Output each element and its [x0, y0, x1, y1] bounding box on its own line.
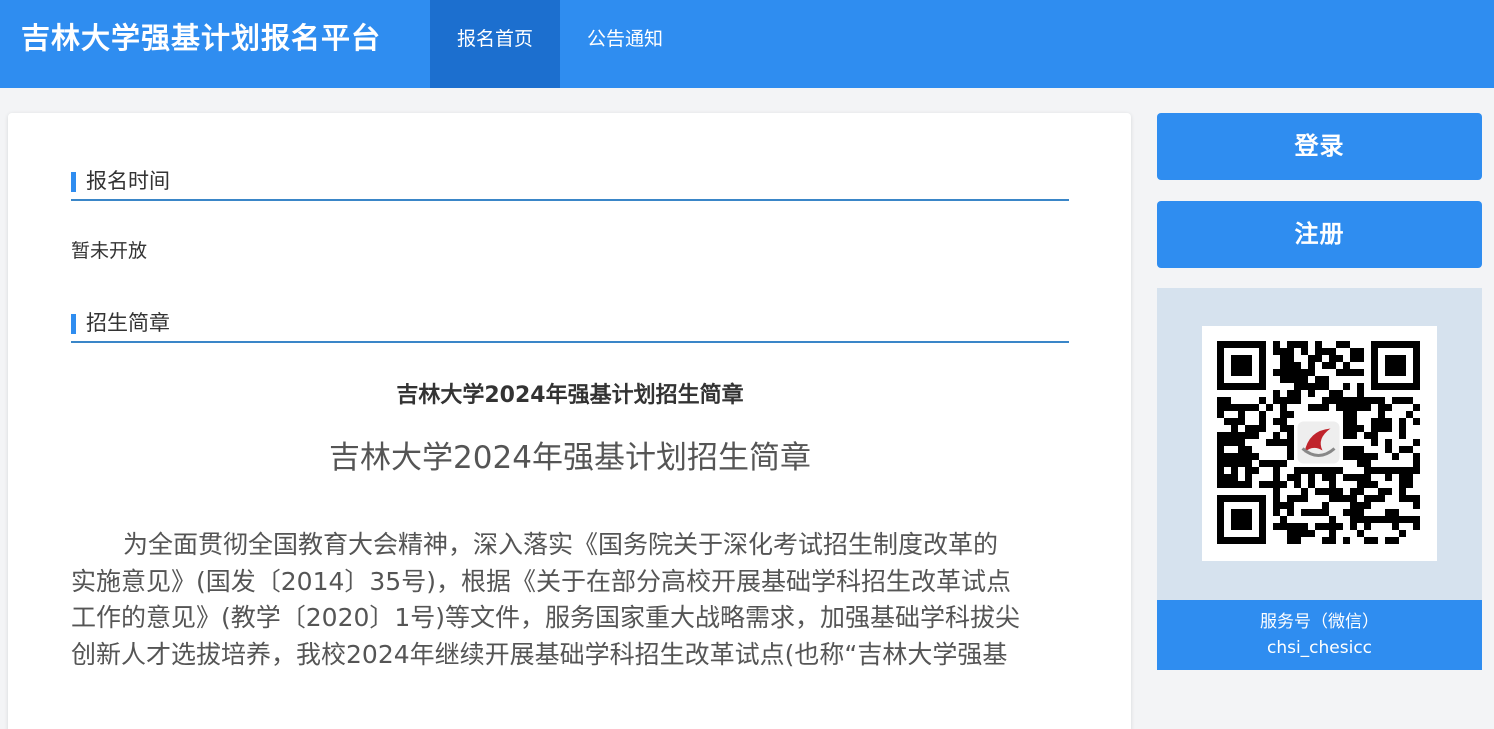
top-navigation-bar: 吉林大学强基计划报名平台 报名首页 公告通知 — [0, 0, 1494, 88]
section-accent-bar — [71, 314, 76, 334]
nav-item-notices[interactable]: 公告通知 — [560, 0, 690, 88]
brochure-title-large: 吉林大学2024年强基计划招生简章 — [329, 440, 811, 476]
section-header-registration-time: 报名时间 — [71, 157, 1069, 201]
section-header-admission-brochure: 招生简章 — [71, 299, 1069, 343]
qr-caption: 服务号（微信） chsi_chesicc — [1157, 600, 1482, 670]
brochure-paragraph-line: 创新人才选拔培养，我校2024年继续开展基础学科招生改革试点(也称“吉林大学强基 — [71, 640, 1008, 670]
login-button[interactable]: 登录 — [1157, 113, 1482, 180]
section-accent-bar — [71, 172, 76, 192]
wechat-qr-panel: 服务号（微信） chsi_chesicc — [1157, 288, 1482, 670]
brochure-title-small: 吉林大学2024年强基计划招生简章 — [396, 383, 744, 408]
qr-code-icon — [1202, 326, 1437, 561]
qr-caption-account-id: chsi_chesicc — [1266, 638, 1373, 658]
section-title-admission-brochure: 招生简章 — [86, 311, 170, 335]
site-title[interactable]: 吉林大学强基计划报名平台 — [21, 18, 381, 58]
qr-caption-service-label: 服务号（微信） — [1260, 612, 1379, 632]
nav-item-home[interactable]: 报名首页 — [430, 0, 560, 88]
main-content-card: 报名时间 暂未开放 招生简章 吉林大学2024年强基计划招生简章 吉林大学202… — [8, 113, 1131, 729]
registration-status-text: 暂未开放 — [71, 240, 148, 262]
brochure-paragraph-line: 工作的意见》(教学〔2020〕1号)等文件，服务国家重大战略需求，加强基础学科拔… — [71, 603, 1021, 633]
register-button[interactable]: 注册 — [1157, 201, 1482, 268]
qr-code-graphic — [1217, 341, 1420, 544]
brochure-paragraph-line: 为全面贯彻全国教育大会精神，深入落实《国务院关于深化考试招生制度改革的 — [123, 530, 999, 559]
brochure-paragraph-line: 实施意见》(国发〔2014〕35号)，根据《关于在部分高校开展基础学科招生改革试… — [71, 566, 1011, 596]
section-title-registration-time: 报名时间 — [86, 169, 170, 193]
brochure-body-text: 为全面贯彻全国教育大会精神，深入落实《国务院关于深化考试招生制度改革的 实施意见… — [71, 527, 1069, 674]
